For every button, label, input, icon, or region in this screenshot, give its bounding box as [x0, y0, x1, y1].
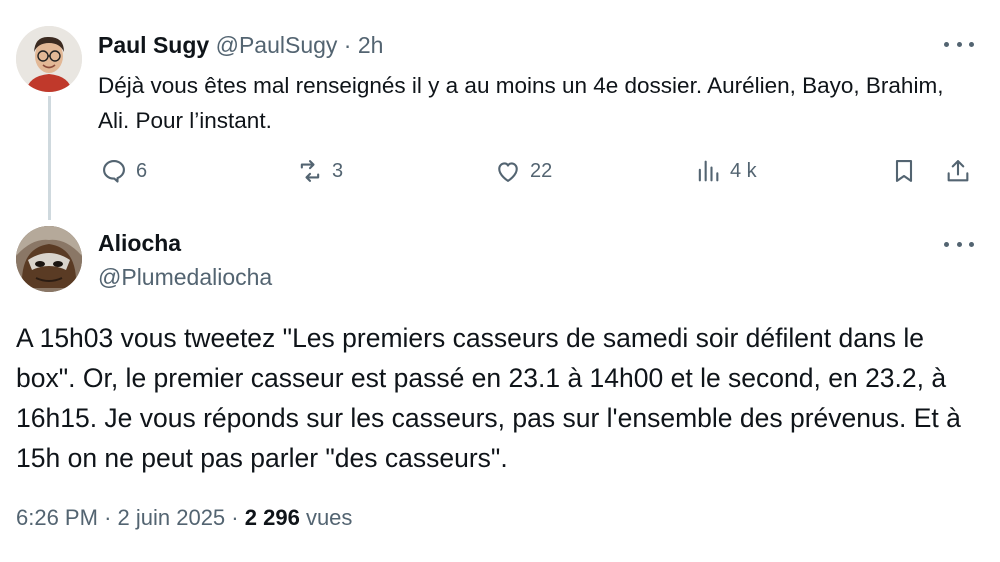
- like-icon: [498, 162, 518, 182]
- timestamp[interactable]: 2h: [358, 32, 384, 58]
- profile-photo-aliocha: [16, 226, 82, 292]
- more-icon[interactable]: [944, 234, 974, 254]
- views-count: 4 k: [730, 159, 757, 182]
- avatar[interactable]: [16, 226, 82, 292]
- author-handle[interactable]: @Plumedaliocha: [98, 264, 272, 291]
- separator: ·: [104, 505, 112, 530]
- views-button[interactable]: 4 k: [694, 155, 757, 187]
- views-label: vues: [305, 505, 353, 530]
- share-button[interactable]: [944, 155, 972, 187]
- thread-connector-line: [48, 96, 51, 220]
- bookmark-button[interactable]: [890, 155, 918, 187]
- reply-count: 6: [136, 159, 148, 182]
- reply-button[interactable]: 6: [100, 155, 147, 187]
- repost-button[interactable]: 3: [296, 155, 343, 187]
- more-icon[interactable]: [944, 34, 974, 54]
- repost-count: 3: [332, 159, 344, 182]
- tweet-text: A 15h03 vous tweetez "Les premiers casse…: [16, 323, 961, 473]
- reply-text: Déjà vous êtes mal renseignés il y a au …: [98, 73, 944, 133]
- author-name[interactable]: Aliocha: [98, 230, 181, 257]
- separator: ·: [343, 32, 352, 58]
- like-count: 22: [530, 159, 553, 182]
- author-name[interactable]: Paul Sugy: [98, 32, 209, 58]
- tweet-date[interactable]: 2 juin 2025: [118, 505, 226, 530]
- avatar[interactable]: [16, 26, 82, 92]
- repost-icon: [300, 160, 320, 182]
- reply-header: Paul Sugy @PaulSugy · 2h: [98, 32, 383, 59]
- author-handle[interactable]: @PaulSugy: [216, 32, 338, 58]
- reply-icon: [103, 160, 125, 183]
- share-icon: [947, 160, 969, 182]
- tweet-meta: 6:26 PM · 2 juin 2025 · 2 296 vues: [16, 505, 352, 531]
- views-count: 2 296: [244, 505, 300, 530]
- separator: ·: [231, 505, 239, 530]
- views-icon: [698, 160, 719, 182]
- profile-photo-paul: [16, 26, 82, 92]
- tweet-time[interactable]: 6:26 PM: [16, 505, 98, 530]
- like-button[interactable]: 22: [494, 155, 552, 187]
- bookmark-icon: [895, 160, 913, 182]
